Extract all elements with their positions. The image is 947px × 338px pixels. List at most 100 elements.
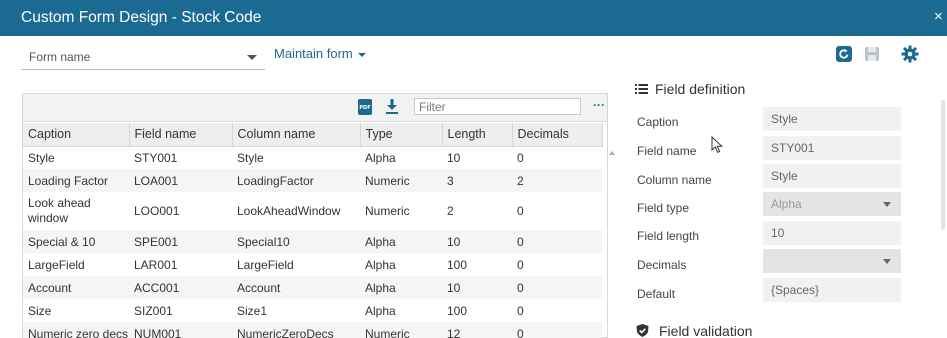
filter-input[interactable]: Filter — [414, 98, 581, 115]
cell-column-name: Style — [237, 150, 264, 165]
cell-column-name: NumericZeroDecs — [232, 322, 360, 338]
filter-placeholder: Filter — [419, 100, 446, 114]
cell-length: 10 — [442, 230, 512, 253]
cell-caption: Look ahead window — [28, 196, 91, 225]
download-icon[interactable] — [386, 99, 398, 114]
field-length-label: Field length — [637, 229, 700, 243]
table-row[interactable]: Loading Factor LOA001 LoadingFactor Nume… — [23, 169, 602, 192]
chevron-down-icon — [357, 52, 366, 57]
cell-column-name: LookAheadWindow — [237, 203, 341, 218]
cell-caption: Special & 10 — [23, 230, 129, 253]
cell-length: 100 — [447, 303, 468, 318]
cell-decimals: 0 — [517, 257, 524, 272]
cell-decimals: 0 — [512, 230, 602, 253]
field-definition-title: Field definition — [655, 81, 746, 97]
decimals-label: Decimals — [637, 258, 687, 272]
grid-toolbar: PDF Filter ··· — [23, 94, 607, 122]
cell-decimals: 0 — [517, 303, 524, 318]
decimals-select[interactable] — [763, 249, 901, 273]
column-name-field[interactable]: Style — [763, 164, 901, 188]
caption-field[interactable]: Style — [763, 107, 901, 131]
cell-decimals: 0 — [517, 150, 524, 165]
cell-type: Alpha — [360, 230, 442, 253]
cell-field-name: SIZ001 — [134, 303, 173, 318]
cell-field-name: NUM001 — [129, 322, 232, 338]
more-options-icon[interactable]: ··· — [593, 98, 605, 112]
cell-column-name: Account — [232, 276, 360, 299]
cell-caption: Loading Factor — [23, 169, 129, 192]
table-row[interactable]: Special & 10 SPE001 Special10 Alpha 10 0 — [23, 230, 602, 253]
cell-type: Numeric — [365, 203, 410, 218]
cell-caption: Account — [23, 276, 129, 299]
cell-column-name: Special10 — [232, 230, 360, 253]
cell-length: 10 — [442, 276, 512, 299]
panel-scrollbar[interactable] — [941, 100, 945, 230]
column-header-type[interactable]: Type — [360, 123, 443, 147]
cell-column-name: LoadingFactor — [232, 169, 360, 192]
field-name-field[interactable]: STY001 — [763, 136, 901, 160]
field-validation-title: Field validation — [659, 323, 753, 338]
scroll-up-icon[interactable] — [609, 151, 615, 155]
cell-decimals: 0 — [512, 276, 602, 299]
title-bar: Custom Form Design - Stock Code × — [0, 0, 947, 36]
save-icon[interactable] — [863, 45, 881, 63]
cell-length: 100 — [447, 257, 468, 272]
column-header-column-name[interactable]: Column name — [232, 123, 361, 147]
table-row[interactable]: Style STY001 Style Alpha 10 0 — [23, 146, 602, 169]
field-type-label: Field type — [637, 201, 690, 215]
cell-length: 10 — [447, 150, 461, 165]
cell-type: Alpha — [360, 276, 442, 299]
cell-field-name: SPE001 — [129, 230, 232, 253]
table-row[interactable]: Look ahead window LOO001 LookAheadWindow… — [23, 192, 602, 230]
caption-label: Caption — [637, 115, 679, 129]
chevron-down-icon — [247, 55, 257, 60]
cell-caption: LargeField — [28, 257, 85, 272]
column-header-length[interactable]: Length — [442, 123, 513, 147]
chevron-down-icon — [883, 259, 891, 264]
cell-decimals: 2 — [512, 169, 602, 192]
field-length-field[interactable]: 10 — [763, 221, 901, 245]
window-title: Custom Form Design - Stock Code — [21, 9, 262, 26]
cell-length: 3 — [442, 169, 512, 192]
cell-column-name: Size1 — [237, 303, 268, 318]
cell-type: Alpha — [365, 303, 396, 318]
default-field[interactable]: {Spaces} — [763, 278, 901, 302]
list-icon — [635, 84, 648, 94]
column-header-caption[interactable]: Caption — [23, 123, 130, 147]
maintain-form-menu[interactable]: Maintain form — [274, 46, 366, 61]
column-name-label: Column name — [637, 173, 712, 187]
field-type-select[interactable]: Alpha — [763, 192, 901, 216]
cell-field-name: ACC001 — [129, 276, 232, 299]
cell-caption: Style — [28, 150, 55, 165]
cell-length: 12 — [442, 322, 512, 338]
field-name-label: Field name — [637, 144, 697, 158]
column-header-field-name[interactable]: Field name — [129, 123, 233, 147]
table-row[interactable]: Account ACC001 Account Alpha 10 0 — [23, 276, 602, 299]
cell-decimals: 0 — [517, 203, 524, 218]
maintain-form-label: Maintain form — [274, 46, 353, 61]
close-icon[interactable]: × — [934, 8, 943, 25]
shield-check-icon — [636, 324, 649, 337]
default-label: Default — [637, 287, 676, 301]
cell-caption: Size — [28, 303, 52, 318]
table-row[interactable]: Numeric zero decs NUM001 NumericZeroDecs… — [23, 322, 602, 338]
pdf-export-icon[interactable]: PDF — [358, 99, 372, 115]
cell-column-name: LargeField — [237, 257, 294, 272]
table-row[interactable]: LargeField LAR001 LargeField Alpha 100 0 — [23, 253, 602, 276]
cell-type: Alpha — [365, 150, 396, 165]
form-name-placeholder: Form name — [29, 50, 91, 64]
refresh-icon[interactable] — [835, 45, 853, 63]
cell-length: 2 — [447, 203, 454, 218]
table-row[interactable]: Size SIZ001 Size1 Alpha 100 0 — [23, 299, 602, 322]
cell-field-name: STY001 — [134, 150, 178, 165]
gear-icon[interactable] — [901, 45, 919, 63]
fields-table: Caption Field name Column name Type Leng… — [23, 123, 603, 338]
chevron-down-icon — [883, 202, 891, 207]
column-header-decimals[interactable]: Decimals — [512, 123, 603, 147]
svg-text:PDF: PDF — [359, 105, 370, 111]
field-definition-panel: Field definition Caption Style Field nam… — [626, 76, 947, 338]
field-type-value: Alpha — [771, 197, 802, 211]
cell-field-name: LOA001 — [129, 169, 232, 192]
cell-field-name: LOO001 — [134, 203, 180, 218]
form-name-dropdown[interactable]: Form name — [21, 46, 265, 70]
